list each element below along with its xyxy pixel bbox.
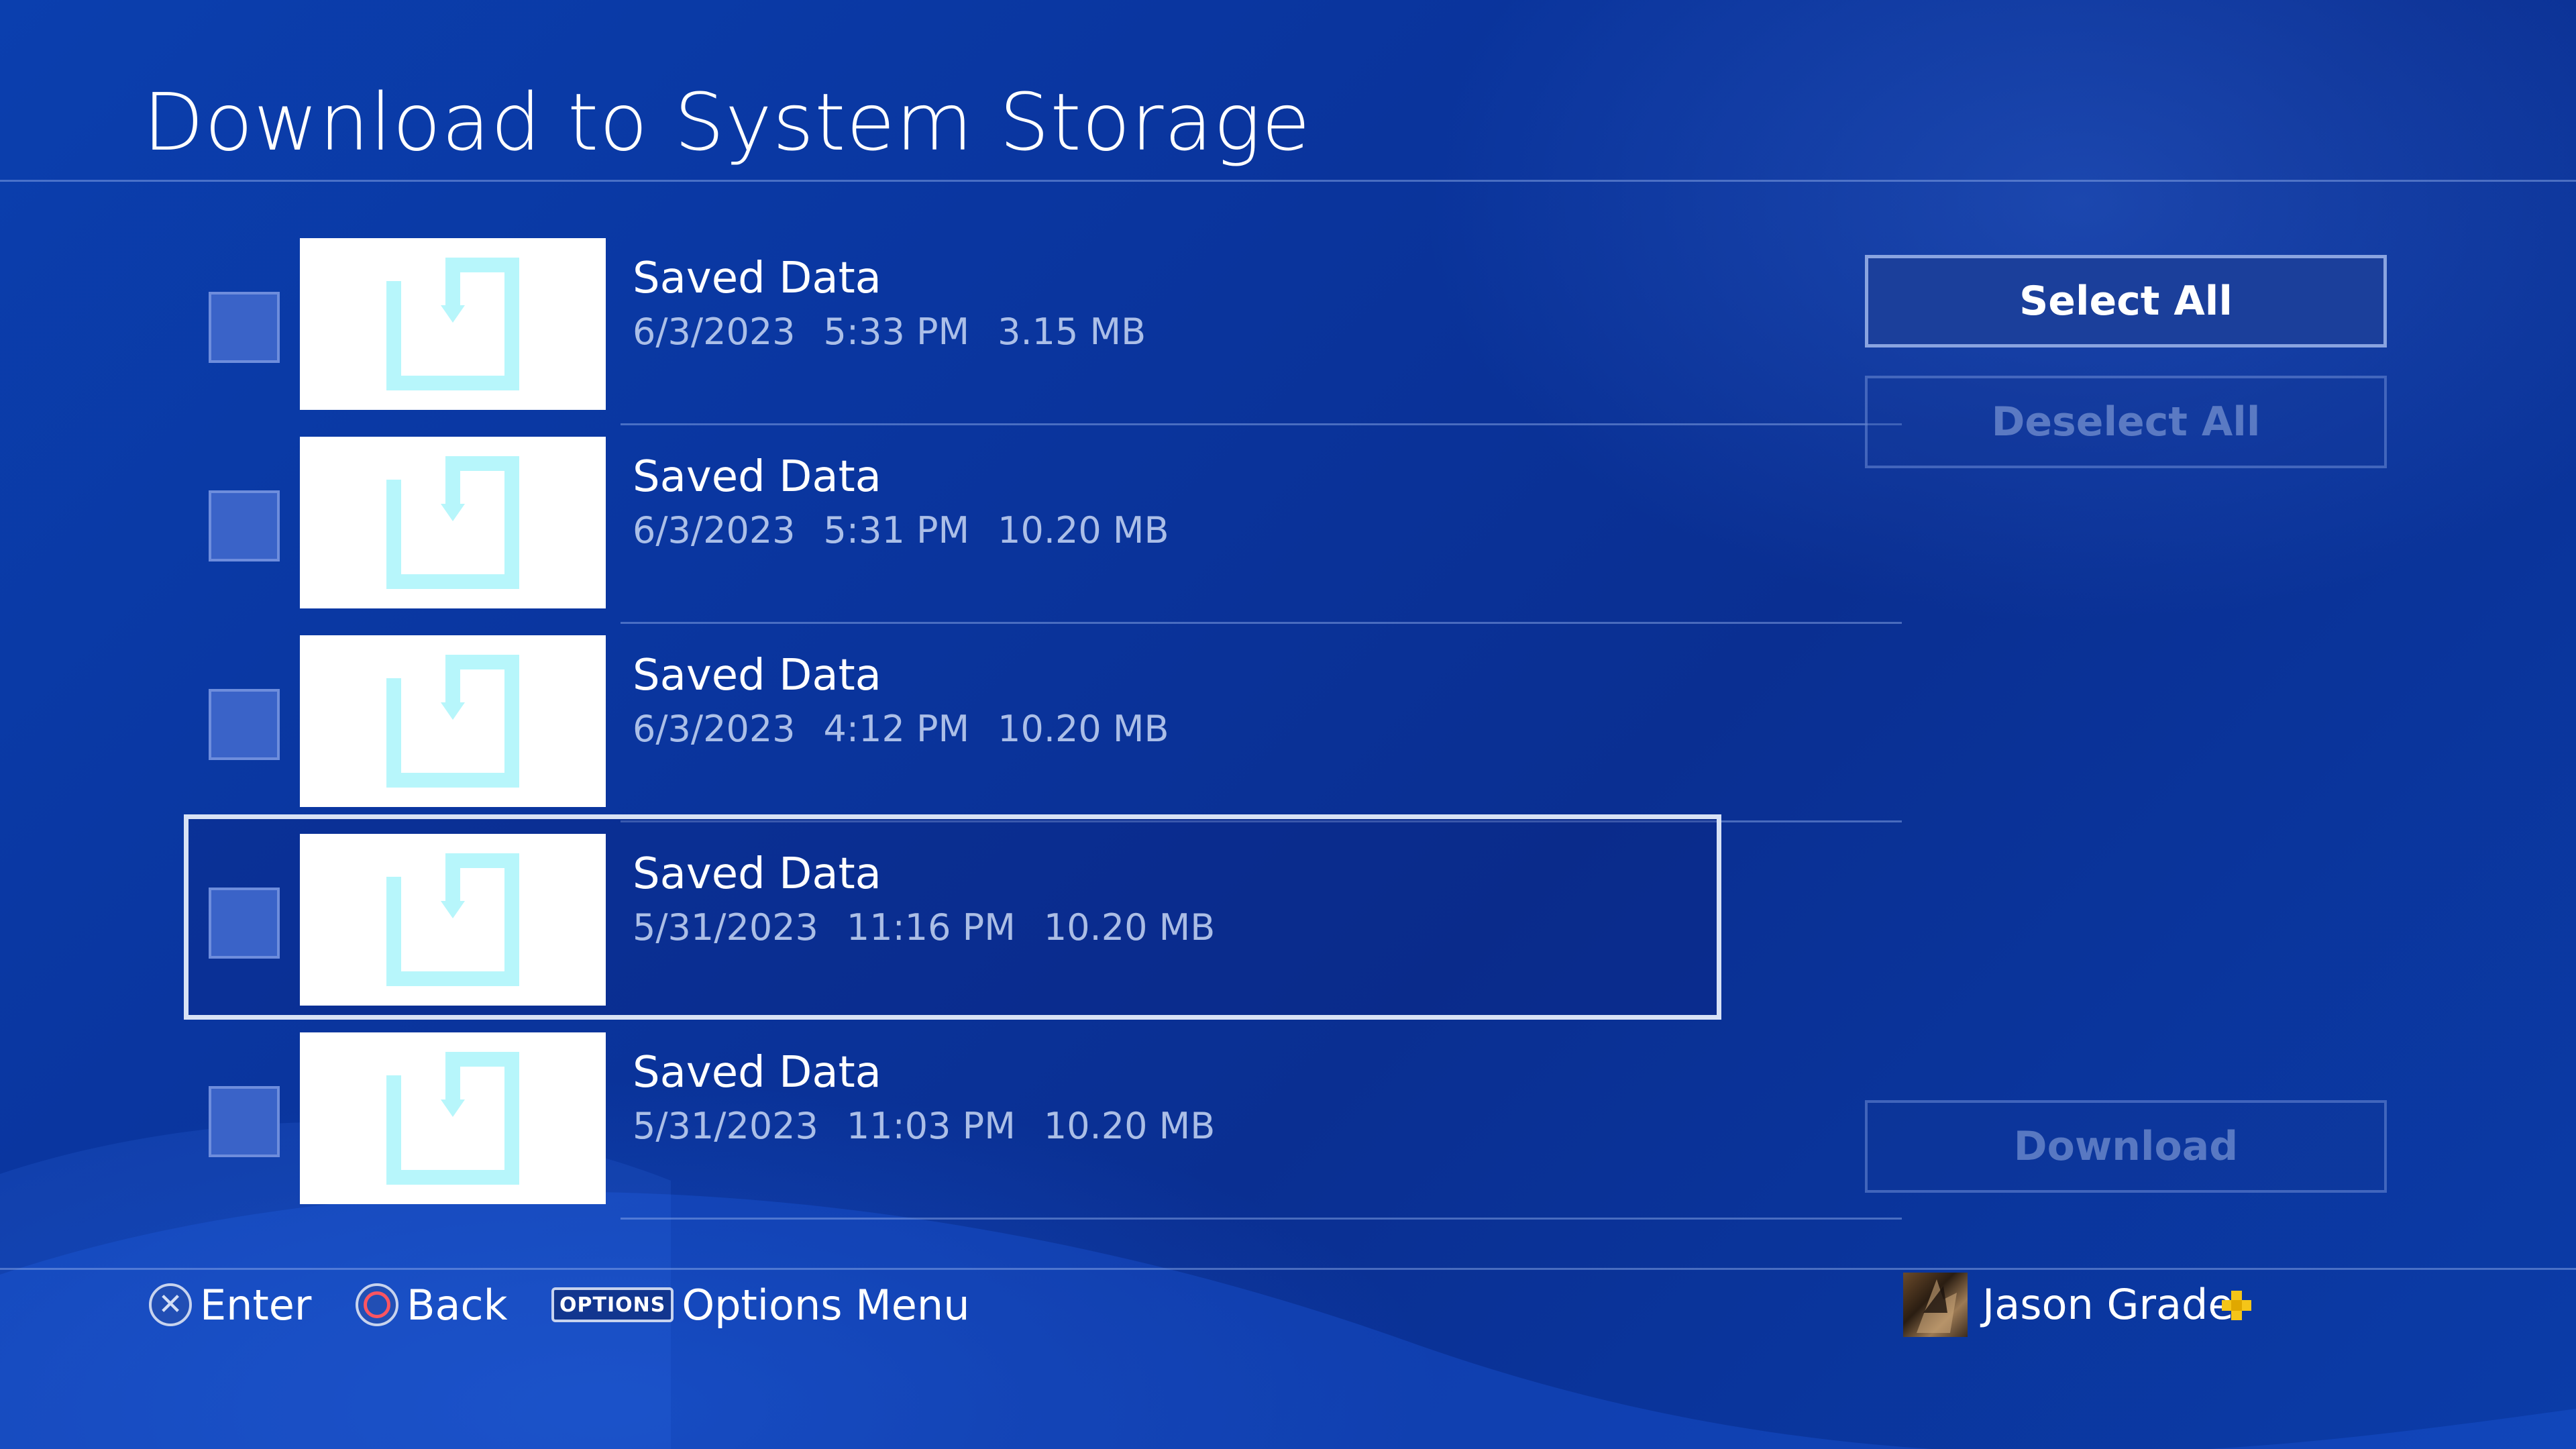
download-arrow-icon <box>386 655 519 788</box>
row-checkbox[interactable] <box>209 490 280 561</box>
download-button[interactable]: Download <box>1865 1100 2387 1193</box>
download-arrow-icon <box>386 1052 519 1185</box>
download-arrow-icon <box>386 258 519 390</box>
options-hint: OPTIONS Options Menu <box>551 1278 970 1332</box>
enter-hint: ✕ Enter <box>149 1278 311 1332</box>
saved-data-time: 11:16 PM <box>846 906 1016 949</box>
saved-data-thumbnail <box>300 437 606 608</box>
row-divider <box>621 423 1902 425</box>
cross-button-icon: ✕ <box>149 1283 192 1326</box>
saved-data-meta: 6/3/2023 4:12 PM 10.20 MB <box>633 705 1169 753</box>
saved-data-time: 5:31 PM <box>823 509 970 551</box>
saved-data-row[interactable]: Saved Data 6/3/2023 5:31 PM 10.20 MB <box>184 437 1902 635</box>
saved-data-date: 5/31/2023 <box>633 906 818 949</box>
row-divider <box>621 622 1902 624</box>
row-checkbox[interactable] <box>209 888 280 959</box>
saved-data-row[interactable]: Saved Data 6/3/2023 4:12 PM 10.20 MB <box>184 635 1902 834</box>
row-checkbox[interactable] <box>209 1086 280 1157</box>
saved-data-size: 10.20 MB <box>998 509 1169 551</box>
row-checkbox[interactable] <box>209 689 280 760</box>
saved-data-title: Saved Data <box>633 849 881 899</box>
saved-data-time: 5:33 PM <box>823 311 970 353</box>
saved-data-meta: 5/31/2023 11:03 PM 10.20 MB <box>633 1102 1215 1150</box>
options-label: Options Menu <box>682 1280 970 1330</box>
saved-data-row[interactable]: Saved Data 5/31/2023 11:03 PM 10.20 MB <box>184 1032 1902 1231</box>
saved-data-title: Saved Data <box>633 1048 881 1097</box>
circle-button-icon <box>356 1283 398 1326</box>
saved-data-size: 10.20 MB <box>1043 1105 1216 1147</box>
back-hint: Back <box>356 1278 508 1332</box>
saved-data-thumbnail <box>300 238 606 410</box>
ps-plus-icon <box>2222 1291 2251 1320</box>
saved-data-size: 3.15 MB <box>998 311 1146 353</box>
saved-data-meta: 6/3/2023 5:31 PM 10.20 MB <box>633 506 1169 555</box>
saved-data-title: Saved Data <box>633 254 881 303</box>
download-arrow-icon <box>386 853 519 986</box>
avatar <box>1903 1273 1968 1337</box>
deselect-all-button[interactable]: Deselect All <box>1865 376 2387 468</box>
saved-data-size: 10.20 MB <box>1043 906 1216 949</box>
saved-data-size: 10.20 MB <box>998 708 1169 750</box>
row-divider <box>621 1218 1902 1220</box>
saved-data-date: 6/3/2023 <box>633 708 796 750</box>
saved-data-date: 6/3/2023 <box>633 509 796 551</box>
back-label: Back <box>407 1280 508 1330</box>
saved-data-row-focused[interactable]: Saved Data 5/31/2023 11:16 PM 10.20 MB <box>184 814 1721 1032</box>
saved-data-thumbnail <box>300 635 606 807</box>
saved-data-title: Saved Data <box>633 651 881 700</box>
page-title: Download to System Storage <box>143 76 1311 168</box>
user-name: Jason Grade <box>1982 1280 2234 1329</box>
saved-data-meta: 5/31/2023 11:16 PM 10.20 MB <box>633 904 1215 952</box>
saved-data-date: 5/31/2023 <box>633 1105 818 1147</box>
row-checkbox[interactable] <box>209 292 280 363</box>
select-all-button[interactable]: Select All <box>1865 255 2387 347</box>
saved-data-title: Saved Data <box>633 452 881 502</box>
options-key-icon: OPTIONS <box>551 1287 674 1322</box>
footer-divider <box>0 1268 2576 1270</box>
saved-data-row[interactable]: Saved Data 6/3/2023 5:33 PM 3.15 MB <box>184 238 1902 437</box>
download-arrow-icon <box>386 456 519 589</box>
saved-data-thumbnail <box>300 1032 606 1204</box>
enter-label: Enter <box>200 1280 312 1330</box>
saved-data-meta: 6/3/2023 5:33 PM 3.15 MB <box>633 308 1146 356</box>
header-divider <box>0 180 2576 182</box>
saved-data-time: 11:03 PM <box>846 1105 1016 1147</box>
saved-data-date: 6/3/2023 <box>633 311 796 353</box>
saved-data-thumbnail <box>300 834 606 1006</box>
saved-data-time: 4:12 PM <box>823 708 970 750</box>
